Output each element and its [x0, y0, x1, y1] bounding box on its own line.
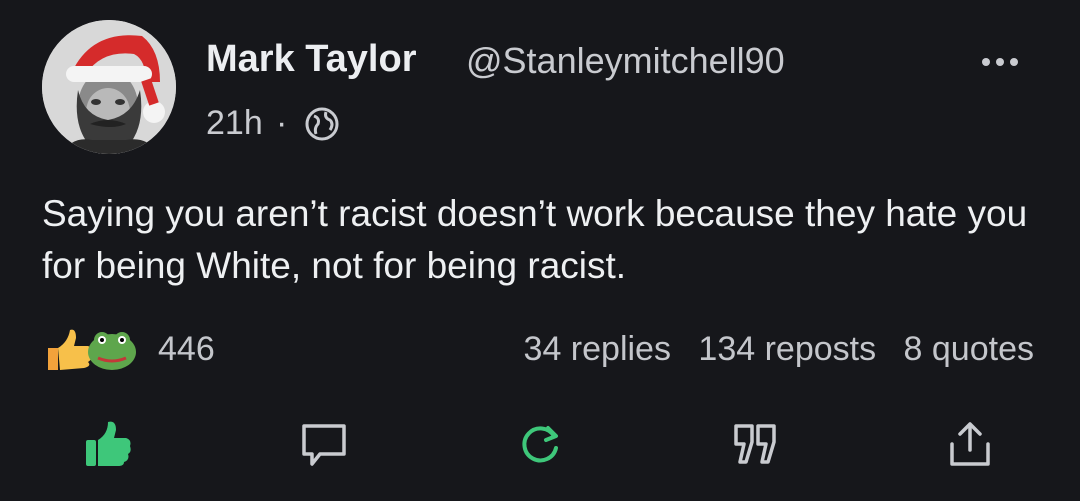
- quotes-count[interactable]: 8 quotes: [904, 330, 1034, 368]
- like-icon[interactable]: [82, 418, 134, 470]
- reaction-icons[interactable]: [42, 322, 152, 374]
- replies-count[interactable]: 34 replies: [524, 330, 671, 368]
- share-icon[interactable]: [944, 418, 996, 470]
- post-card: Mark Taylor @Stanleymitchell90 21h · Say…: [0, 0, 1080, 501]
- post-body: Saying you aren’t racist doesn’t work be…: [42, 193, 1028, 286]
- repost-icon[interactable]: [514, 418, 566, 470]
- meta-separator: ·: [276, 104, 288, 142]
- post-stats: 34 replies 134 reposts 8 quotes: [524, 330, 1034, 369]
- reposts-count[interactable]: 134 reposts: [698, 330, 876, 368]
- author-handle[interactable]: @Stanleymitchell90: [466, 40, 785, 82]
- frog-icon: [88, 332, 136, 370]
- globe-icon: [304, 106, 340, 142]
- author-name[interactable]: Mark Taylor: [206, 38, 416, 81]
- more-options-icon[interactable]: [970, 40, 1030, 80]
- quote-icon[interactable]: [730, 418, 782, 470]
- avatar[interactable]: [42, 20, 176, 154]
- reply-icon[interactable]: [298, 418, 350, 470]
- post-time: 21h: [206, 104, 263, 142]
- reaction-count[interactable]: 446: [158, 330, 215, 369]
- thumbs-up-icon: [48, 329, 92, 370]
